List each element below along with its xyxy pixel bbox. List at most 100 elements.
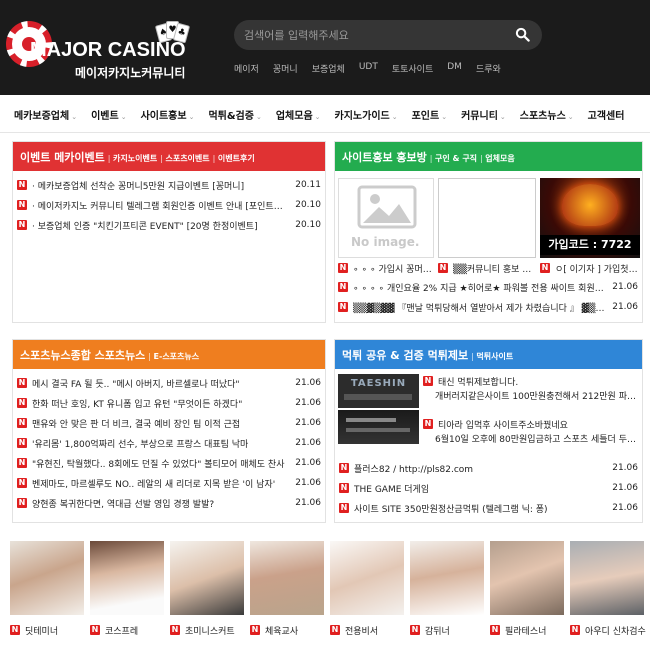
promo-sub[interactable]: 업체모음: [480, 154, 515, 163]
thumb-caption[interactable]: N ㅇ[ 이기자 ] 가입첫충 ...: [540, 261, 640, 275]
gallery-thumbnail[interactable]: [570, 541, 644, 615]
quick-link[interactable]: 보증업체: [312, 62, 345, 75]
caption-text: ∘ ∘ ∘ 가입시 꽁머니 ...: [353, 264, 436, 275]
gallery-thumbnail[interactable]: [490, 541, 564, 615]
list-item[interactable]: N 사이트 SITE 350만원정산금먹튀 (텔레그램 닉: 퐁) 21.06: [339, 501, 638, 515]
featured-desc: 6월10일 오후에 80만원입금하고 스포츠 세틀더 두박스 ...: [435, 431, 638, 445]
caption-text: 딧테미너: [25, 626, 59, 637]
nav-item[interactable]: 업체모음 ⌄: [276, 107, 321, 122]
nav-item[interactable]: 먹튀&검증 ⌄: [208, 107, 261, 122]
list-item[interactable]: N 양현종 복귀한다면, 역대급 선발 영입 경쟁 발발? 21.06: [17, 496, 321, 510]
promo-banner-thumbnail[interactable]: 가입코드 : 7722: [540, 178, 640, 258]
list-item[interactable]: N 플러스82 / http://pls82.com 21.06: [339, 461, 638, 475]
new-badge: N: [17, 378, 27, 388]
scam-thumbnail[interactable]: TAESHIN: [338, 374, 419, 408]
item-date: 21.06: [612, 463, 638, 473]
events-title[interactable]: 이벤트 메카이벤트: [20, 151, 105, 164]
scam-title[interactable]: 먹튀 공유 & 검증 먹튀제보: [342, 349, 468, 362]
list-item[interactable]: N 벤제마도, 마르셀루도 NO.. 레알의 새 리더로 지목 받은 '이 남자'…: [17, 476, 321, 490]
item-title: ▒▒▓▒▓▓ 『맨날 먹튀당해서 열받아서 제가 차렸습니다 』 ▓▒▒ ▓▒▒: [353, 303, 607, 314]
nav-item[interactable]: 사이트홍보 ⌄: [141, 107, 195, 122]
new-badge: N: [338, 302, 348, 312]
sports-title[interactable]: 스포츠뉴스종합 스포츠뉴스: [20, 349, 145, 362]
search-input[interactable]: [244, 26, 494, 44]
nav-item[interactable]: 스포츠뉴스 ⌄: [520, 107, 574, 122]
gallery-thumbnail[interactable]: [170, 541, 244, 615]
caption-text: 코스프레: [105, 626, 139, 637]
featured-post[interactable]: N 태신 먹튀제보합니다.: [423, 374, 638, 388]
gallery-caption[interactable]: N 코스프레: [90, 623, 138, 637]
quick-link[interactable]: 꽁머니: [273, 62, 298, 75]
item-date: 21.06: [295, 438, 321, 448]
sports-sub[interactable]: E-스포츠뉴스: [148, 352, 199, 361]
gallery-thumbnail[interactable]: [10, 541, 84, 615]
search-icon[interactable]: [515, 27, 530, 42]
gallery-thumbnail[interactable]: [330, 541, 404, 615]
new-badge: N: [17, 438, 27, 448]
gallery-caption[interactable]: N 전용비서: [330, 623, 378, 637]
events-sub[interactable]: 스포츠이벤트: [160, 154, 209, 163]
caption-text: 체육교사: [265, 626, 299, 637]
events-sub[interactable]: 카지노이벤트: [108, 154, 157, 163]
nav-label: 포인트: [411, 111, 440, 122]
new-badge: N: [250, 625, 260, 635]
item-title: · 메카보증업체 선착순 꽁머니5만원 지급이벤트 [꽁머니]: [32, 181, 245, 192]
nav-item[interactable]: 카지노가이드 ⌄: [335, 107, 398, 122]
new-badge: N: [338, 263, 348, 273]
list-item[interactable]: N · 보증업체 인증 "치킨기프티콘 EVENT" [20명 한정이벤트] 20.…: [17, 218, 321, 232]
scam-thumbnail[interactable]: [338, 410, 419, 444]
item-date: 21.06: [612, 282, 638, 292]
item-title: 플러스82 / http://pls82.com: [354, 464, 474, 475]
broken-image-thumbnail[interactable]: [438, 178, 536, 258]
nav-item[interactable]: 고객센터: [588, 107, 625, 122]
site-logo[interactable]: ♠ ♥ ♣ MAJOR CASINO 메이저카지노커뮤니티: [4, 17, 194, 80]
list-item[interactable]: N 맨유와 안 맞은 판 더 비크, 결국 예비 장인 팀 이적 근접 21.06: [17, 416, 321, 430]
thumb-caption[interactable]: N ∘ ∘ ∘ 가입시 꽁머니 ...: [338, 261, 436, 275]
caption-text: 감뒤너: [425, 626, 450, 637]
events-sub[interactable]: 이벤트후기: [213, 154, 255, 163]
nav-item[interactable]: 이벤트 ⌄: [91, 107, 126, 122]
quick-link[interactable]: 드루와: [476, 62, 501, 75]
list-item[interactable]: N · 메이저카지노 커뮤니티 텔레그램 회원인증 이벤트 안내 [포인트지급] 2…: [17, 198, 321, 212]
item-date: 21.06: [295, 398, 321, 408]
gallery-caption[interactable]: N 감뒤너: [410, 623, 450, 637]
quick-link[interactable]: DM: [447, 62, 462, 75]
featured-post[interactable]: N 티아라 입먹후 사이트주소바꿨네요: [423, 417, 638, 431]
new-badge: N: [330, 625, 340, 635]
no-image-thumbnail[interactable]: No image.: [338, 178, 434, 258]
quick-link[interactable]: 토토사이트: [392, 62, 433, 75]
nav-item[interactable]: 포인트 ⌄: [412, 107, 447, 122]
caption-text: ▒▒커뮤니티 홍보 대...: [453, 264, 538, 275]
image-placeholder-icon: [357, 185, 417, 229]
gallery-caption[interactable]: N 체육교사: [250, 623, 298, 637]
list-item[interactable]: N THE GAME 더게임 21.06: [339, 481, 638, 495]
list-item[interactable]: N ∘ ∘ ∘ ∘ 개인요율 2% 지급 ★히어로★ 파워볼 전용 싸이트 회원,…: [338, 280, 638, 294]
gallery-thumbnail[interactable]: [250, 541, 324, 615]
thumb-caption[interactable]: N ▒▒커뮤니티 홍보 대...: [438, 261, 538, 275]
scam-sub[interactable]: 먹튀사이트: [471, 352, 513, 361]
promo-title[interactable]: 사이트홍보 홍보방: [342, 151, 427, 164]
list-item[interactable]: N 한화 떠난 호잉, KT 유니폼 입고 유턴 "무엇이든 하겠다" 21.06: [17, 396, 321, 410]
gallery-thumbnail[interactable]: [90, 541, 164, 615]
nav-item[interactable]: 커뮤니티 ⌄: [461, 107, 506, 122]
scam-report-panel: 먹튀 공유 & 검증 먹튀제보먹튀사이트 TAESHIN N 태신 먹튀제보합니다…: [334, 339, 643, 523]
gallery-caption[interactable]: N 초미니스커트: [170, 623, 235, 637]
list-item[interactable]: N '유리몸' 1,800억짜리 선수, 부상으로 프랑스 대표팀 낙마 21.06: [17, 436, 321, 450]
quick-link[interactable]: 메이저: [234, 62, 259, 75]
gallery-thumbnail[interactable]: [410, 541, 484, 615]
chevron-down-icon: ⌄: [71, 113, 78, 121]
list-item[interactable]: N 메시 결국 FA 될 듯.. "메시 아버지, 바르셀로나 떠났다" 21.06: [17, 376, 321, 390]
list-item[interactable]: N · 메카보증업체 선착순 꽁머니5만원 지급이벤트 [꽁머니] 20.11: [17, 178, 321, 192]
quick-link[interactable]: UDT: [359, 62, 378, 75]
gallery-caption[interactable]: N 아우디 신차검수: [570, 623, 646, 637]
nav-item[interactable]: 메카보증업체 ⌄: [14, 107, 77, 122]
caption-text: ㅇ[ 이기자 ] 가입첫충 ...: [555, 264, 640, 275]
gallery-caption[interactable]: N 딧테미너: [10, 623, 58, 637]
gallery-caption[interactable]: N 필라테스너: [490, 623, 546, 637]
list-item[interactable]: N ▒▒▓▒▓▓ 『맨날 먹튀당해서 열받아서 제가 차렸습니다 』 ▓▒▒ ▓▒…: [338, 300, 638, 314]
chevron-down-icon: ⌄: [391, 113, 398, 121]
list-item[interactable]: N "유현진, 탁월했다.. 8회에도 던질 수 있었다" 볼티모어 매체도 찬사…: [17, 456, 321, 470]
promo-sub[interactable]: 구인 & 구직: [430, 154, 477, 163]
item-title: · 보증업체 인증 "치킨기프티콘 EVENT" [20명 한정이벤트]: [32, 221, 258, 232]
nav-label: 메카보증업체: [14, 111, 70, 122]
